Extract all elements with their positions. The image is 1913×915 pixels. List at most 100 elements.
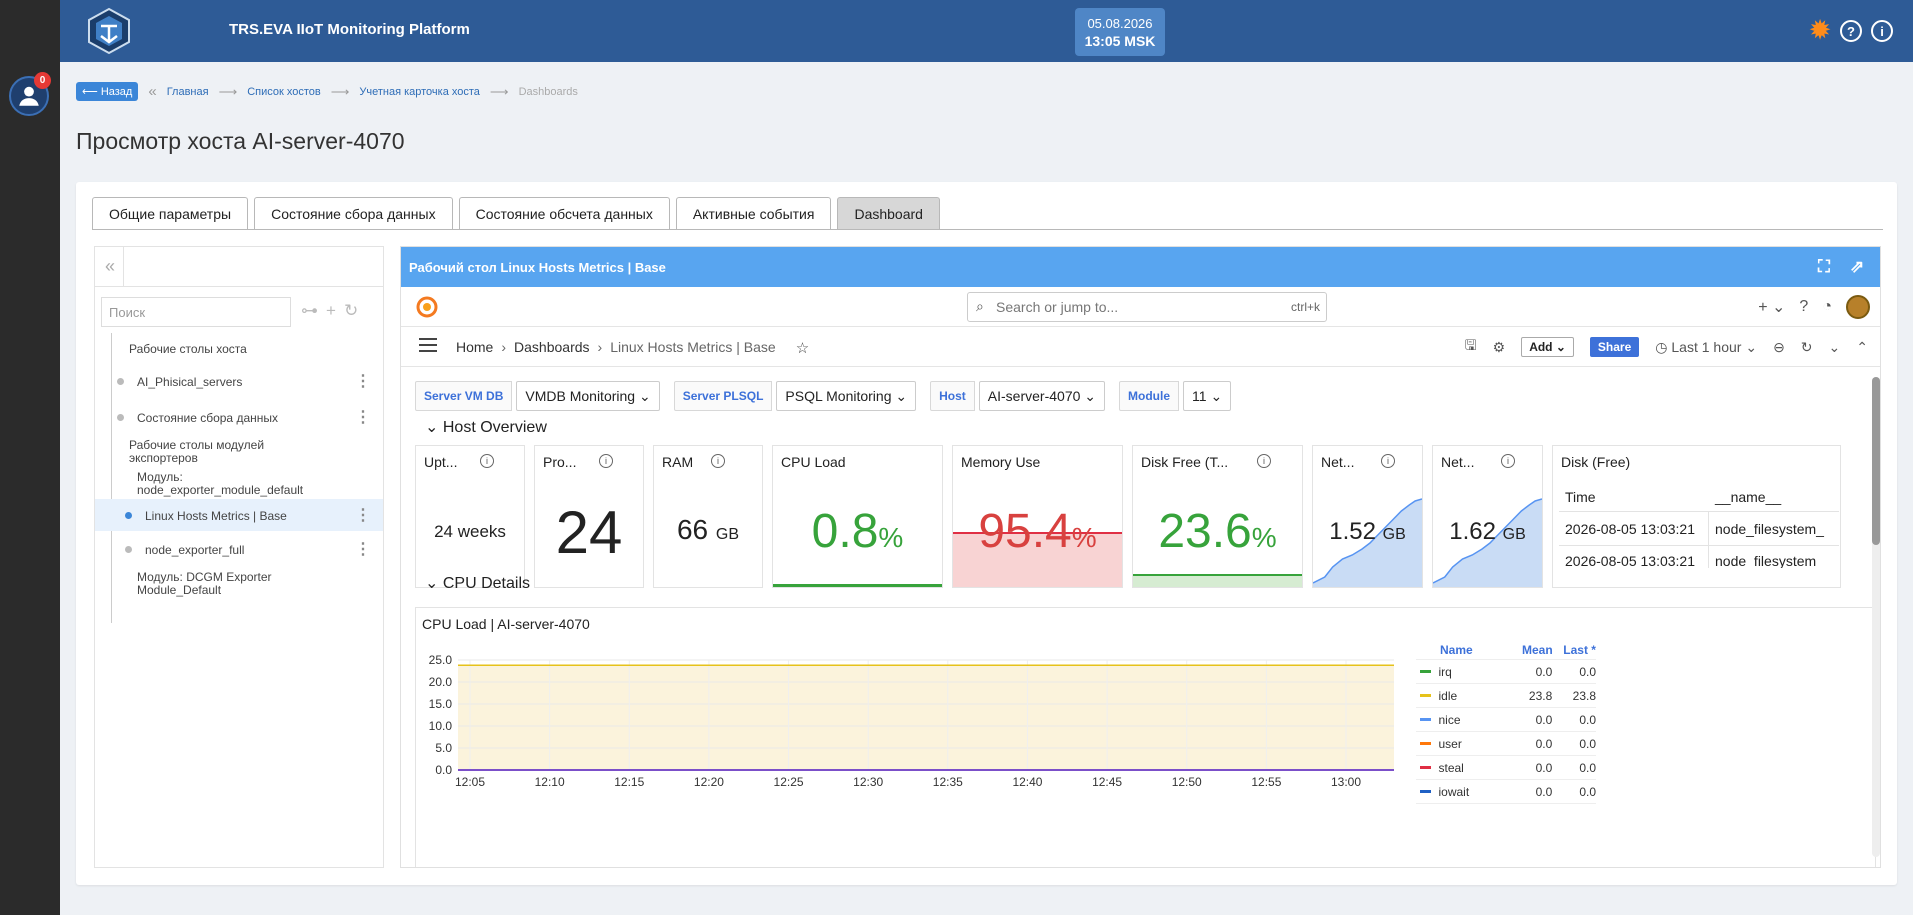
add-button[interactable]: Add ⌄ — [1521, 337, 1574, 357]
legend-item-nice[interactable]: nice 0.0 0.0 — [1416, 708, 1596, 732]
back-button[interactable]: ⟵ Назад — [76, 82, 139, 101]
save-icon[interactable]: 🖫 — [1465, 335, 1477, 359]
tab-collection-state[interactable]: Состояние сбора данных — [254, 197, 453, 229]
new-icon[interactable]: + ⌄ — [1758, 297, 1785, 317]
var-select-server-plsql[interactable]: PSQL Monitoring ⌄ — [776, 381, 917, 411]
legend-col-name[interactable]: Name — [1416, 643, 1509, 657]
tab-active-events[interactable]: Активные события — [675, 197, 832, 229]
dashboard-scrollbar[interactable] — [1872, 377, 1880, 857]
row-host-overview[interactable]: ⌄ Host Overview — [425, 417, 547, 437]
stat-disk-free: Disk Free (T... i 23.6% — [1132, 445, 1303, 588]
row-cpu-details[interactable]: ⌄ CPU Details — [425, 573, 530, 593]
grafana-breadcrumb: Home › Dashboards › Linux Hosts Metrics … — [456, 339, 809, 357]
tree-node-exporter-dashboards[interactable]: Рабочие столы модулей экспортеров — [95, 435, 383, 469]
grafana-logo[interactable] — [415, 295, 439, 319]
more-icon[interactable]: ⋮ — [355, 407, 371, 427]
legend-item-user[interactable]: user 0.0 0.0 — [1416, 732, 1596, 756]
crumb-home[interactable]: Home — [456, 339, 493, 357]
info-icon[interactable]: i — [599, 454, 613, 468]
legend-swatch — [1420, 766, 1431, 769]
col-header-time[interactable]: Time — [1559, 489, 1709, 505]
info-icon[interactable]: i — [1501, 454, 1515, 468]
open-external-icon[interactable]: ⇗ — [1850, 257, 1870, 277]
table-cell: node_filesystem_ — [1715, 520, 1824, 537]
refresh-icon[interactable]: ↻ — [1801, 339, 1813, 356]
legend-name: irq — [1438, 664, 1452, 679]
var-select-server-vm-db[interactable]: VMDB Monitoring ⌄ — [516, 381, 660, 411]
collapse-up-icon[interactable]: ⌃ — [1856, 339, 1868, 356]
grafana-settings-icon[interactable]: ✹ — [1809, 19, 1831, 43]
current-time: 13:05 MSK — [1084, 33, 1156, 49]
collapse-panel-icon[interactable]: « — [105, 246, 125, 287]
tree-node-module-node-exporter[interactable]: Модуль: node_exporter_module_default — [95, 469, 383, 499]
var-select-host[interactable]: AI-server-4070 ⌄ — [978, 381, 1106, 411]
tree-node-linux-hosts-metrics[interactable]: Linux Hosts Metrics | Base ⋮ — [95, 499, 383, 531]
var-label-host: Host — [930, 381, 975, 411]
breadcrumb-hosts[interactable]: Список хостов — [247, 86, 321, 98]
tree-search-input[interactable]: Поиск — [101, 297, 291, 327]
main-card: Общие параметры Состояние сбора данных С… — [76, 182, 1897, 885]
stat-title: Disk (Free) — [1561, 454, 1631, 470]
stat-uptime: Upt... i 24 weeks — [415, 445, 525, 588]
breadcrumb-home[interactable]: Главная — [167, 86, 209, 98]
rss-icon[interactable]: ◔ — [1822, 298, 1832, 316]
help-icon[interactable]: ? — [1840, 20, 1862, 42]
tree-node-module-dcgm[interactable]: Модуль: DCGM Exporter Module_Default — [95, 567, 383, 597]
tree-node-node-exporter-full[interactable]: node_exporter_full ⋮ — [95, 531, 383, 567]
help-icon[interactable]: ? — [1799, 298, 1808, 316]
legend-item-idle[interactable]: idle 23.8 23.8 — [1416, 684, 1596, 708]
hierarchy-icon[interactable]: ⊶ — [301, 301, 318, 321]
zoom-out-icon[interactable]: ⊖ — [1773, 339, 1785, 356]
avatar[interactable] — [1846, 295, 1870, 319]
info-icon[interactable]: i — [1871, 20, 1893, 42]
x-tick-label: 12:35 — [933, 775, 963, 788]
stat-network-1: Net... i 1.52 GB — [1312, 445, 1423, 588]
collapse-left-icon[interactable]: « — [148, 83, 156, 100]
y-tick-label: 10.0 — [429, 719, 453, 733]
share-button[interactable]: Share — [1589, 337, 1640, 357]
x-tick-label: 12:50 — [1172, 775, 1202, 788]
legend-col-mean[interactable]: Mean — [1509, 643, 1553, 657]
tab-general[interactable]: Общие параметры — [92, 197, 249, 229]
tab-dashboard[interactable]: Dashboard — [837, 197, 940, 229]
tree-node-ai-servers[interactable]: AI_Phisical_servers ⋮ — [95, 363, 383, 399]
legend-item-iowait[interactable]: iowait 0.0 0.0 — [1416, 780, 1596, 804]
legend-item-irq[interactable]: irq 0.0 0.0 — [1416, 660, 1596, 684]
tree-node-collection-state[interactable]: Состояние сбора данных ⋮ — [95, 399, 383, 435]
x-tick-label: 12:40 — [1012, 775, 1042, 788]
info-icon[interactable]: i — [1257, 454, 1271, 468]
tree-node-host-dashboards[interactable]: Рабочие столы хоста — [95, 333, 383, 363]
stat-value-wrap: 0.8% — [811, 505, 904, 558]
legend-item-steal[interactable]: steal 0.0 0.0 — [1416, 756, 1596, 780]
add-icon[interactable]: + — [326, 301, 336, 321]
grafana-search-input[interactable]: ⌕ Search or jump to... ctrl+k — [967, 292, 1327, 322]
info-icon[interactable]: i — [480, 454, 494, 468]
stat-value: 24 — [555, 499, 623, 566]
var-select-module[interactable]: 11 ⌄ — [1183, 381, 1232, 411]
stat-title: Pro... — [543, 454, 577, 470]
top-header: TRS.EVA IIoT Monitoring Platform 05.08.2… — [60, 0, 1913, 62]
x-tick-label: 12:15 — [614, 775, 644, 788]
scrollbar-thumb[interactable] — [1872, 377, 1880, 545]
crumb-dashboards[interactable]: Dashboards — [514, 339, 590, 357]
tab-processing-state[interactable]: Состояние обсчета данных — [458, 197, 670, 229]
refresh-interval-icon[interactable]: ⌄ — [1829, 339, 1841, 356]
info-icon[interactable]: i — [1381, 454, 1395, 468]
time-range: Last 1 hour — [1671, 338, 1742, 355]
refresh-icon[interactable]: ↻ — [344, 301, 358, 321]
table-cell: 2026-08-05 13:03:21 — [1559, 512, 1709, 545]
more-icon[interactable]: ⋮ — [355, 539, 371, 559]
breadcrumb-host-card[interactable]: Учетная карточка хоста — [359, 86, 480, 98]
menu-icon[interactable] — [419, 338, 437, 352]
current-date: 05.08.2026 — [1087, 16, 1153, 31]
more-icon[interactable]: ⋮ — [355, 371, 371, 391]
legend-col-last[interactable]: Last * — [1553, 643, 1596, 657]
time-picker[interactable]: ◷ Last 1 hour ⌄ — [1655, 339, 1757, 356]
col-header-name[interactable]: __name__ — [1709, 489, 1781, 505]
more-icon[interactable]: ⋮ — [355, 505, 371, 525]
fullscreen-icon[interactable]: ⛶ — [1818, 257, 1838, 277]
info-icon[interactable]: i — [711, 454, 725, 468]
star-icon[interactable]: ☆ — [796, 339, 809, 357]
settings-icon[interactable]: ⚙ — [1493, 339, 1506, 356]
stat-value-wrap: 95.4% — [978, 505, 1097, 558]
